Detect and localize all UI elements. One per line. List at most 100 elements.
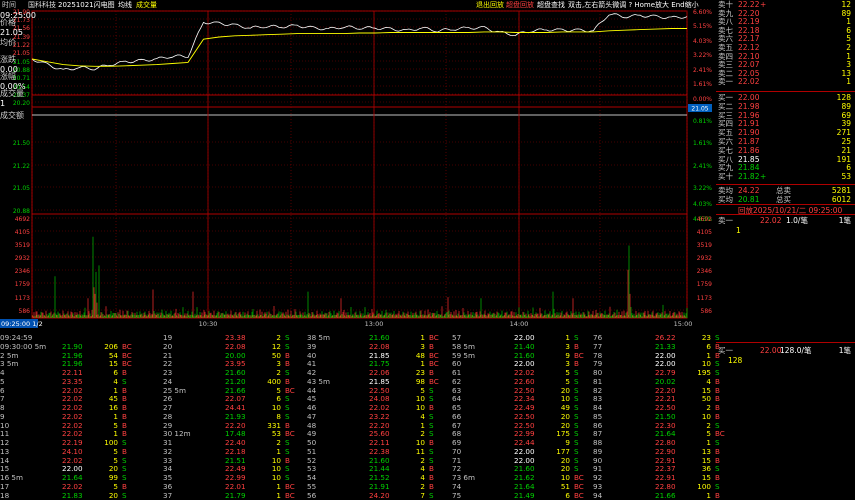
tick-seq: 21	[163, 350, 173, 360]
tick-price: 22.37	[655, 464, 676, 474]
tick-seq: 8	[0, 403, 5, 412]
tick-volume: 20	[560, 464, 570, 474]
mode-volume[interactable]: 成交量	[136, 0, 157, 11]
tick-price: 21.50	[655, 411, 676, 421]
tick-volume: 20	[560, 411, 570, 421]
tick-row: 52 21.60 2 S	[307, 456, 447, 465]
tick-side: S	[715, 438, 720, 447]
tick-side: B	[285, 455, 290, 465]
tick-seq: 10	[0, 420, 10, 430]
tick-side: B	[715, 446, 720, 456]
tick-price: 23.22	[369, 411, 390, 421]
tick-seq: 9	[0, 411, 5, 421]
tick-side: B	[715, 394, 720, 404]
mode-avg[interactable]: 均线	[118, 0, 132, 11]
tick-side: BC	[429, 359, 439, 369]
tick-side: S	[429, 490, 434, 500]
tick-row: 51 22.38 11 S	[307, 447, 447, 456]
tick-price: 21.90	[62, 341, 83, 351]
tick-volume: 20	[108, 490, 118, 500]
lower-price-axis-label: 21.50	[13, 140, 30, 147]
tick-seq: 82	[593, 385, 603, 395]
tick-side: B	[122, 403, 127, 412]
tick-volume: 10	[271, 464, 281, 474]
tick-seq: 94	[593, 490, 603, 500]
tick-side: B	[715, 411, 720, 421]
current-price-tag: 21.05	[691, 106, 708, 113]
tick-row: 79 22.00 10 S	[593, 359, 733, 368]
tick-side: B	[285, 359, 290, 369]
tick-volume: 1	[420, 420, 425, 430]
tick-price: 21.62	[514, 473, 535, 482]
volume-axis-label-right: 4692	[697, 216, 712, 223]
review-replay-button[interactable]: 超盘回放	[506, 0, 534, 11]
tick-seq: 71	[452, 455, 462, 465]
pct-axis-label: 2.41%	[693, 163, 712, 170]
bid1-detail-price: 22.00	[760, 346, 782, 355]
tick-row: 22 23.95 3 B	[163, 359, 303, 368]
tick-row: 62 22.60 5 S	[452, 377, 592, 386]
tick-side: S	[429, 446, 434, 456]
tick-seq: 4	[0, 368, 5, 377]
tick-volume: 2	[420, 481, 425, 491]
volume-axis-label-left: 1173	[15, 295, 30, 302]
tick-seq: 58 5m	[452, 341, 476, 351]
query-button[interactable]: 超盘查找	[537, 0, 565, 11]
tick-volume: 2	[706, 403, 711, 412]
tick-volume: 1	[276, 481, 281, 491]
tick-volume: 13	[701, 446, 711, 456]
tick-volume: 100	[104, 438, 118, 447]
avg-label: 均价	[0, 38, 16, 47]
tick-side: BC	[285, 385, 295, 395]
tick-seq: 52	[307, 455, 317, 465]
tick-row: 8 22.02 16 B	[0, 403, 140, 412]
tick-side: BC	[429, 350, 439, 360]
exit-replay-button[interactable]: 退出回放	[476, 0, 504, 11]
tick-seq: 63	[452, 385, 462, 395]
tick-price: 24.08	[369, 394, 390, 404]
tick-side: S	[285, 394, 290, 404]
tick-side: BC	[429, 376, 439, 386]
tick-row: 68 22.99 175 S	[452, 429, 592, 438]
tick-price: 22.02	[62, 481, 83, 491]
tick-side: S	[574, 394, 579, 404]
tick-side: BC	[574, 350, 584, 360]
tick-volume: 206	[104, 341, 118, 351]
pct-axis-label: 3.22%	[693, 185, 712, 192]
tick-price: 22.08	[225, 341, 246, 351]
tick-row: 71 22.00 20 S	[452, 456, 592, 465]
tick-side: B	[285, 376, 290, 386]
tick-seq: 36	[163, 481, 173, 491]
intraday-chart[interactable]: 21.9021.7321.5621.3921.2221.0521.0520.88…	[0, 0, 715, 333]
tick-price: 22.38	[369, 446, 390, 456]
tick-side: BC	[122, 341, 132, 351]
tick-side: S	[285, 464, 290, 474]
tick-price: 22.01	[225, 481, 246, 491]
tick-row: 54 21.52 4 B	[307, 473, 447, 482]
tick-row: 09:30:00 5m 21.90 206 BC	[0, 342, 140, 351]
tick-volume: 6	[276, 394, 281, 404]
tick-row: 43 5m 21.85 98 BC	[307, 377, 447, 386]
tick-seq: 89	[593, 446, 603, 456]
tick-price: 20.00	[225, 350, 246, 360]
tick-seq: 61	[452, 368, 462, 377]
stock-name: 国科科技	[28, 1, 56, 9]
bid1-detail-row: 买一 22.00 128.0/笔 1笔	[716, 346, 855, 356]
tick-volume: 50	[271, 350, 281, 360]
tick-seq: 29	[163, 420, 173, 430]
tick-price: 22.50	[514, 385, 535, 395]
tick-price: 21.60	[369, 333, 390, 342]
tick-price: 22.34	[514, 394, 535, 404]
tab-time[interactable]: 时间	[2, 0, 16, 11]
tick-side: S	[122, 455, 127, 465]
tick-seq: 56	[307, 490, 317, 500]
tick-price: 22.02	[62, 429, 83, 439]
tick-row: 36 22.01 1 BC	[163, 482, 303, 491]
tick-row: 67 22.50 20 S	[452, 421, 592, 430]
tick-volume: 1	[113, 385, 118, 395]
tick-price: 22.00	[514, 455, 535, 465]
tick-volume: 3	[276, 359, 281, 369]
tick-side: S	[574, 455, 579, 465]
tick-volume: 53	[271, 429, 281, 439]
tick-price: 22.02	[514, 368, 535, 377]
